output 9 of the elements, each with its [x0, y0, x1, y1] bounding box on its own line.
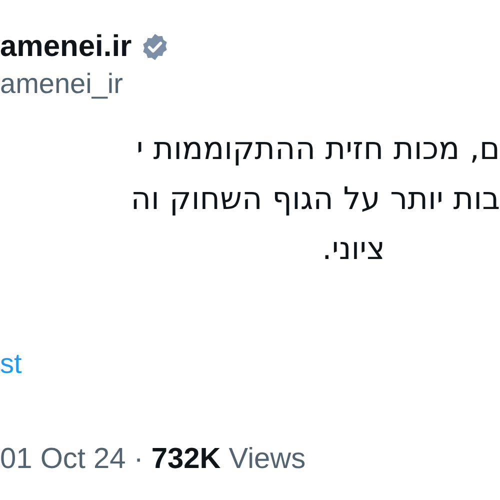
views-label: Views: [228, 442, 306, 477]
user-handle[interactable]: amenei_ir: [0, 66, 123, 102]
display-name[interactable]: amenei.ir: [0, 28, 132, 66]
post-text-line: ציוני.: [322, 230, 385, 269]
post-text-line: בות יותר על הגוף השחוק וה: [130, 180, 500, 219]
separator-dot: ·: [134, 442, 144, 477]
post-text-line: ם, מכות חזית ההתקוממות י: [136, 130, 500, 169]
views-count: 732K: [151, 442, 221, 477]
post-date: 01 Oct 24: [0, 442, 126, 477]
